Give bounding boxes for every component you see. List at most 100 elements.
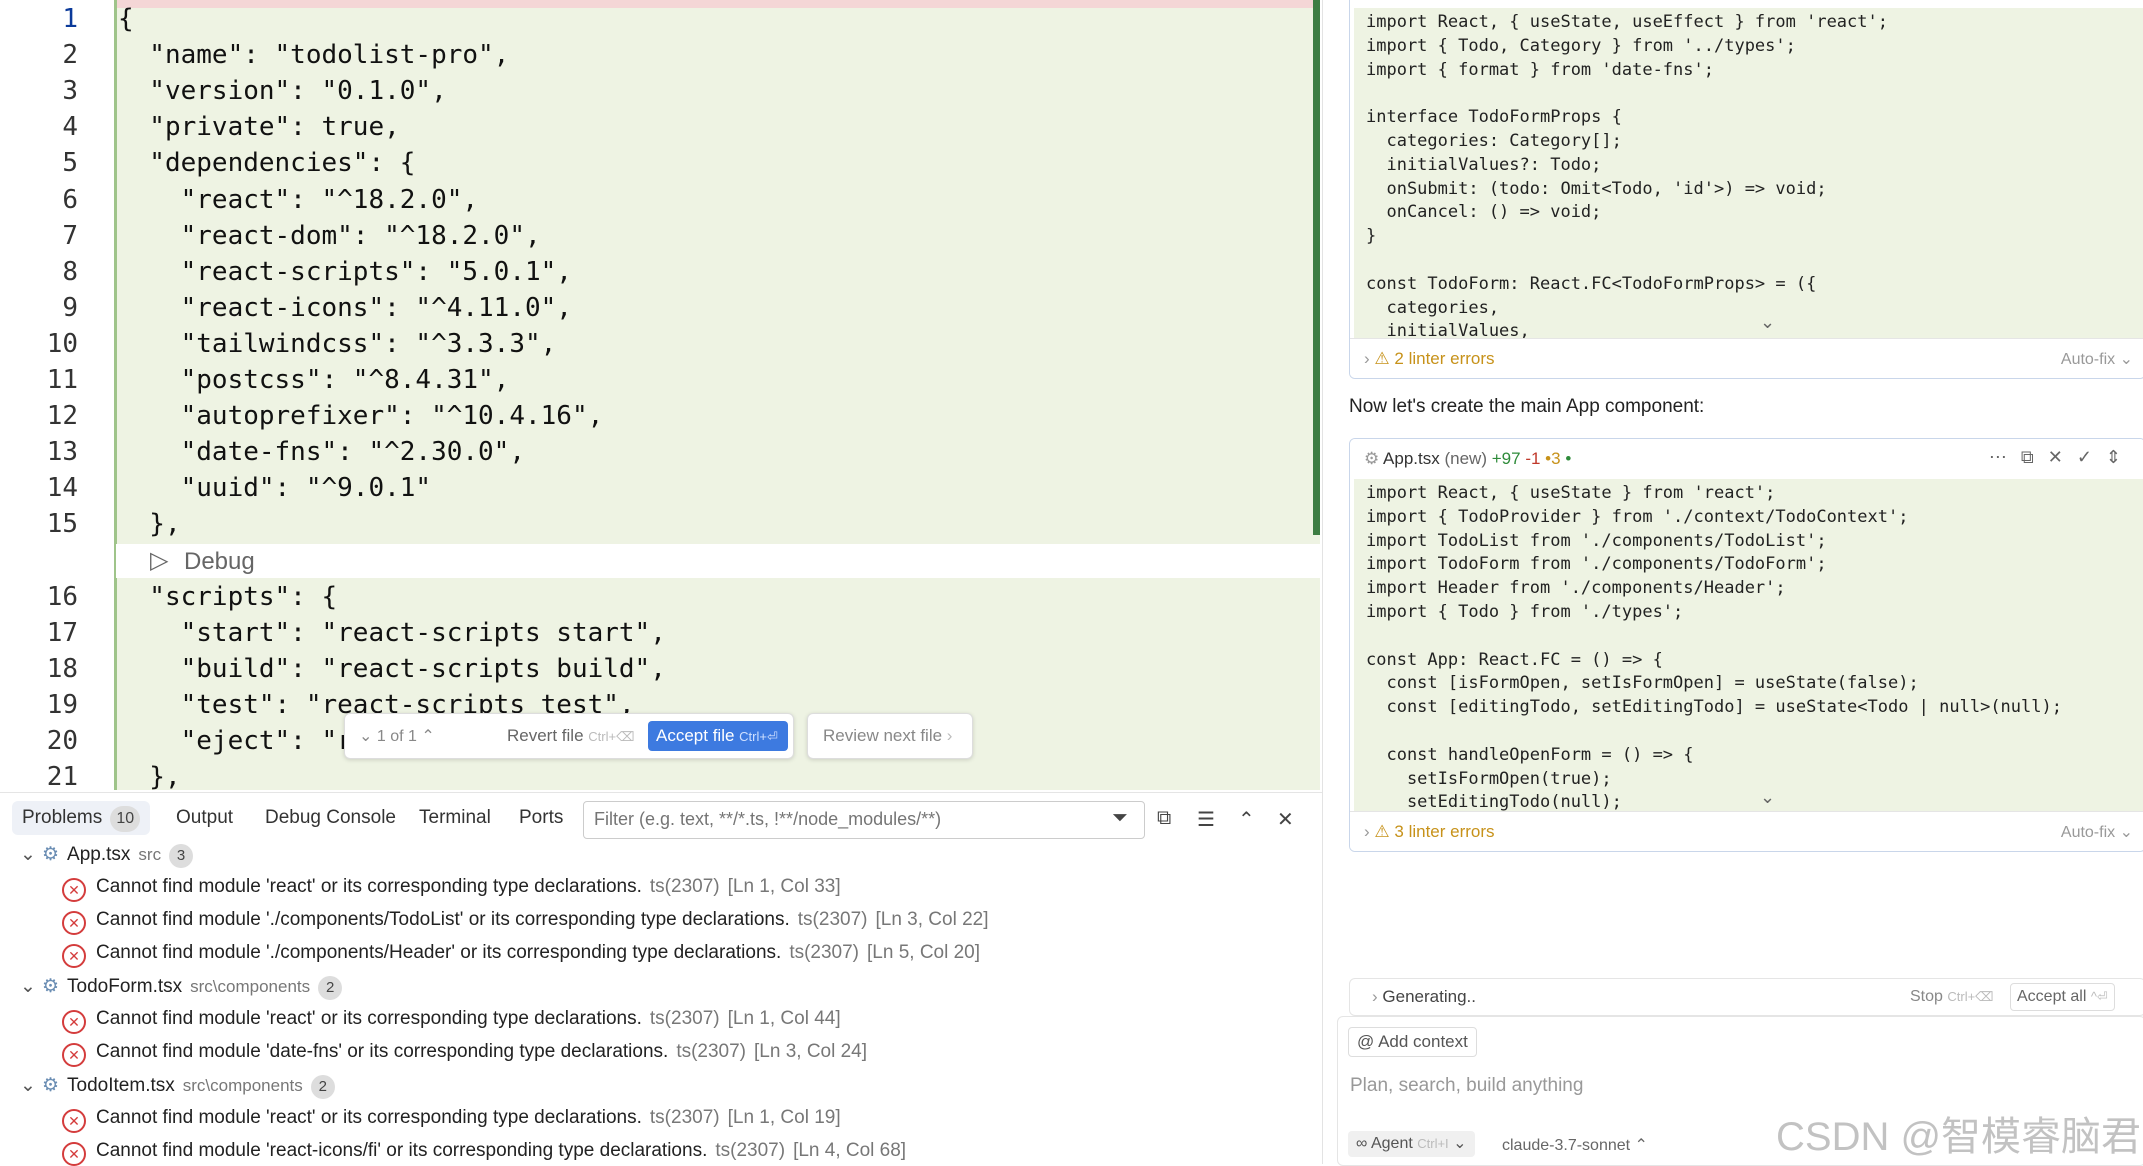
problem-location: [Ln 5, Col 20]: [867, 942, 981, 963]
code-block-filename[interactable]: App.tsx: [1383, 449, 1440, 468]
error-icon: ✕: [62, 1010, 86, 1034]
filter-icon[interactable]: ⏷: [1112, 807, 1128, 830]
code-line[interactable]: "name": "todolist-pro",: [118, 40, 509, 70]
file-icon: ⚙: [42, 1075, 60, 1096]
code-line[interactable]: "react": "^18.2.0",: [118, 185, 478, 215]
copy-icon[interactable]: ⧉: [2021, 447, 2048, 467]
problem-item[interactable]: ✕ Cannot find module 'react' or its corre…: [62, 1008, 841, 1034]
add-context-button[interactable]: @ Add context: [1348, 1027, 1477, 1057]
chevron-down-icon[interactable]: ⌄: [1760, 787, 1775, 808]
linter-errors[interactable]: › ⚠ 3 linter errors: [1364, 822, 1495, 842]
chevron-up-icon[interactable]: ⌃: [1238, 807, 1255, 832]
line-number: 16: [46, 581, 78, 612]
problem-file-path: src\components: [182, 1076, 303, 1095]
check-icon[interactable]: ✓: [2077, 447, 2106, 467]
code-line[interactable]: "uuid": "^9.0.1": [118, 473, 431, 503]
infinity-icon: ∞: [1356, 1135, 1368, 1152]
code-line[interactable]: "tailwindcss": "^3.3.3",: [118, 329, 557, 359]
generating-bar: › Generating.. Stop Ctrl+⌫ Accept all ^⏎: [1349, 978, 2143, 1016]
code-line[interactable]: "build": "react-scripts build",: [118, 654, 666, 684]
linter-errors[interactable]: › ⚠ 2 linter errors: [1364, 349, 1495, 369]
list-icon[interactable]: ☰: [1197, 807, 1215, 832]
code-line: const [isFormOpen, setIsFormOpen] = useS…: [1366, 673, 1919, 694]
problem-message: Cannot find module 'react' or its corres…: [96, 876, 642, 897]
tab-debug-console[interactable]: Debug Console: [265, 807, 396, 829]
problem-file-group[interactable]: ⌄ ⚙ TodoForm.tsx src\components 2: [20, 975, 343, 1000]
problem-file-name: TodoItem.tsx: [67, 1075, 175, 1096]
problem-count-badge: 2: [318, 976, 343, 1000]
code-line[interactable]: },: [118, 509, 180, 539]
collapse-icon[interactable]: ⧉: [1157, 807, 1171, 830]
accept-file-button[interactable]: Accept file Ctrl+⏎: [648, 721, 788, 751]
problem-item[interactable]: ✕ Cannot find module 'react' or its corre…: [62, 1107, 841, 1133]
problem-file-name: TodoForm.tsx: [67, 976, 183, 997]
code-line[interactable]: "scripts": {: [118, 582, 337, 612]
accept-all-button[interactable]: Accept all ^⏎: [2010, 983, 2115, 1011]
code-line[interactable]: "react-scripts": "5.0.1",: [118, 257, 572, 287]
code-line[interactable]: "postcss": "^8.4.31",: [118, 365, 510, 395]
code-line[interactable]: "start": "react-scripts start",: [118, 618, 666, 648]
problem-item[interactable]: ✕ Cannot find module './components/TodoLi…: [62, 909, 989, 935]
tab-terminal[interactable]: Terminal: [419, 807, 491, 829]
chevron-updown-icon[interactable]: ⇕: [2106, 447, 2135, 467]
problem-item[interactable]: ✕ Cannot find module './components/Header…: [62, 942, 980, 968]
linter-footer[interactable]: › ⚠ 2 linter errors Auto-fix ⌄: [1350, 338, 2143, 378]
chat-prompt-input[interactable]: Plan, search, build anything: [1350, 1075, 1583, 1097]
problems-filter-input[interactable]: [584, 802, 1096, 836]
problem-item[interactable]: ✕ Cannot find module 'date-fns' or its co…: [62, 1041, 867, 1067]
autofix-button[interactable]: Auto-fix ⌄: [2061, 822, 2133, 842]
autofix-button[interactable]: Auto-fix ⌄: [2061, 349, 2133, 369]
problem-item[interactable]: ✕ Cannot find module 'react-icons/fi' or …: [62, 1140, 906, 1166]
problem-item[interactable]: ✕ Cannot find module 'react' or its corre…: [62, 876, 841, 902]
code-line[interactable]: "react-dom": "^18.2.0",: [118, 221, 541, 251]
revert-file-button[interactable]: Revert file Ctrl+⌫: [507, 726, 634, 746]
code-line[interactable]: "autoprefixer": "^10.4.16",: [118, 401, 604, 431]
chevron-down-icon[interactable]: ⌄: [20, 1074, 42, 1097]
model-selector[interactable]: claude-3.7-sonnet ⌃: [1502, 1135, 1648, 1155]
chevron-down-icon[interactable]: ⌄: [20, 975, 42, 998]
problem-code: ts(2307): [715, 1140, 786, 1161]
diff-action-bar: ⌄ 1 of 1 ⌃ Revert file Ctrl+⌫ Accept fil…: [344, 713, 794, 759]
code-line[interactable]: "eject": "re: [118, 726, 369, 756]
chevron-right-icon[interactable]: ›: [1372, 987, 1378, 1006]
code-line[interactable]: "version": "0.1.0",: [118, 76, 446, 106]
linter-footer[interactable]: › ⚠ 3 linter errors Auto-fix ⌄: [1350, 811, 2143, 851]
scrollbar-diff-marker[interactable]: [1313, 0, 1320, 535]
code-block-header: ⚙ App.tsx (new) +97 -1 •3 • ⋯⧉✕✓⇕: [1350, 439, 2143, 479]
tab-problems[interactable]: Problems 10: [12, 801, 151, 835]
debug-codelens[interactable]: ▷ Debug: [116, 544, 1320, 578]
code-line[interactable]: "private": true,: [118, 112, 399, 142]
stop-button[interactable]: Stop Ctrl+⌫: [1910, 988, 1994, 1006]
diff-counter[interactable]: ⌄ 1 of 1 ⌃: [359, 726, 435, 746]
assistant-message: Now let's create the main App component:: [1349, 396, 1705, 417]
line-number: 1: [62, 4, 78, 34]
more-icon[interactable]: ⋯: [1989, 447, 2021, 467]
chevron-down-icon[interactable]: ⌄: [1760, 312, 1775, 333]
chevron-down-icon[interactable]: ⌄: [20, 843, 42, 866]
code-line[interactable]: "date-fns": "^2.30.0",: [118, 437, 525, 467]
close-icon[interactable]: ✕: [2048, 447, 2077, 467]
tab-output[interactable]: Output: [176, 807, 233, 829]
tab-ports[interactable]: Ports: [519, 807, 563, 829]
line-number: 15: [46, 509, 78, 540]
code-line: }: [1366, 226, 1377, 247]
line-number: 21: [46, 762, 78, 790]
line-number: 5: [62, 148, 78, 179]
code-line: const [editingTodo, setEditingTodo] = us…: [1366, 697, 2062, 718]
chevron-right-icon: ›: [946, 726, 953, 745]
problems-count-badge: 10: [110, 806, 141, 832]
code-line[interactable]: "react-icons": "^4.11.0",: [118, 293, 572, 323]
code-line[interactable]: },: [118, 762, 180, 790]
code-line[interactable]: {: [118, 4, 134, 34]
code-line[interactable]: "dependencies": {: [118, 148, 415, 178]
code-line: onSubmit: (todo: Omit<Todo, 'id'>) => vo…: [1366, 178, 1827, 199]
agent-mode-selector[interactable]: ∞ Agent Ctrl+I ⌄: [1348, 1131, 1475, 1157]
problem-file-group[interactable]: ⌄ ⚙ TodoItem.tsx src\components 2: [20, 1074, 335, 1099]
debug-label[interactable]: Debug: [184, 548, 255, 576]
line-number: 18: [46, 653, 78, 684]
problem-file-group[interactable]: ⌄ ⚙ App.tsx src 3: [20, 843, 194, 868]
close-icon[interactable]: ✕: [1277, 807, 1294, 832]
problem-location: [Ln 4, Col 68]: [793, 1140, 907, 1161]
code-editor[interactable]: ▷ Debug 1 {2 "name": "todolist-pro", 3 "ve…: [0, 0, 1320, 790]
review-next-file-button[interactable]: Review next file ›: [807, 713, 973, 759]
